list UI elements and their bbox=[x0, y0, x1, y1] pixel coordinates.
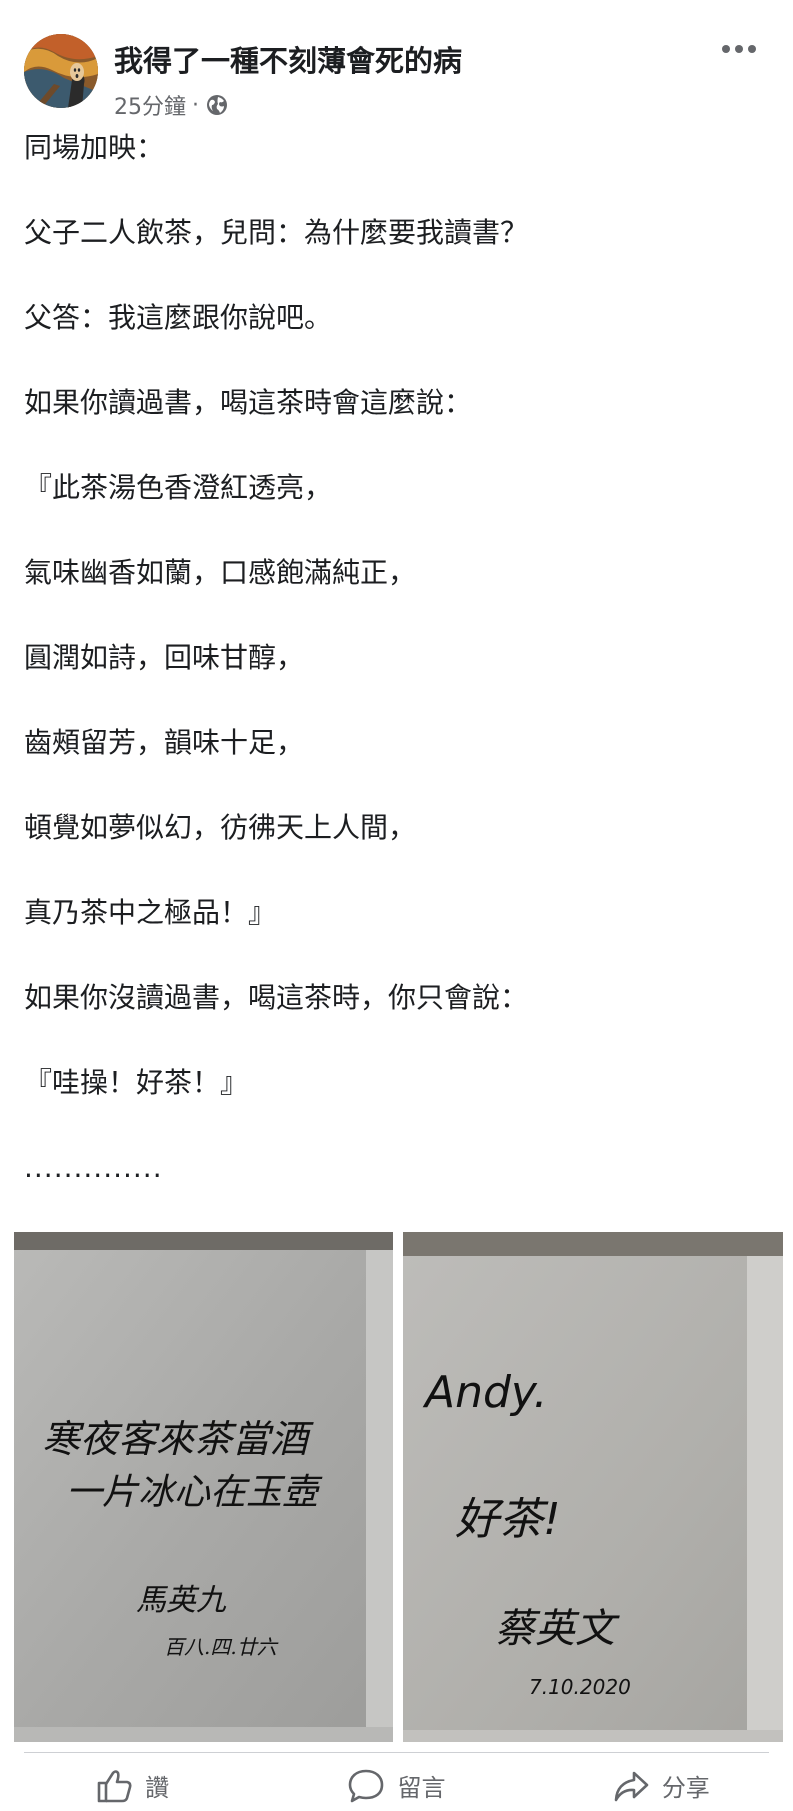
comment-label: 留言 bbox=[397, 1774, 446, 1802]
share-button[interactable]: 分享 bbox=[529, 1760, 793, 1811]
action-bar: 讚 留言 分享 bbox=[0, 1760, 793, 1811]
post-line: 父答：我這麼跟你說吧。 bbox=[24, 301, 333, 334]
handwriting-date: 7.10.2020 bbox=[529, 1675, 631, 1699]
photo-handwriting-tsai[interactable]: Andy. 好茶! 蔡英文 7.10.2020 bbox=[403, 1232, 783, 1742]
author-name[interactable]: 我得了一種不刻薄會死的病 bbox=[114, 38, 462, 80]
calligraphy-signature: 馬英九 bbox=[136, 1583, 227, 1618]
handwriting-message: 好茶! bbox=[455, 1494, 561, 1545]
calligraphy-photo-left: 寒夜客來茶當酒 一片冰心在玉壺 馬英九 百八.四.廿六 bbox=[14, 1232, 393, 1742]
post-text: 同場加映： 父子二人飲茶，兒問：為什麼要我讀書？ 父答：我這麼跟你說吧。 如果你… bbox=[24, 128, 774, 1233]
thumbs-up-icon bbox=[95, 1767, 133, 1805]
globe-icon[interactable] bbox=[205, 93, 229, 117]
calligraphy-line-2: 一片冰心在玉壺 bbox=[66, 1472, 323, 1513]
photo-grid: 寒夜客來茶當酒 一片冰心在玉壺 馬英九 百八.四.廿六 Andy. 好茶! 蔡英… bbox=[14, 1232, 783, 1742]
comment-button[interactable]: 留言 bbox=[264, 1760, 528, 1811]
post-line: 『哇操！好茶！』 bbox=[24, 1066, 249, 1099]
post-line: 『此茶湯色香澄紅透亮， bbox=[24, 471, 333, 504]
comment-bubble-icon bbox=[347, 1767, 385, 1805]
post-line: 齒頰留芳，韻味十足， bbox=[24, 726, 305, 759]
meta-separator: · bbox=[192, 92, 199, 118]
calligraphy-line-1: 寒夜客來茶當酒 bbox=[42, 1417, 314, 1461]
post-line: 真乃茶中之極品！』 bbox=[24, 896, 277, 929]
action-divider bbox=[24, 1752, 769, 1753]
post-line: 同場加映： bbox=[24, 131, 165, 164]
photo-calligraphy-ma[interactable]: 寒夜客來茶當酒 一片冰心在玉壺 馬英九 百八.四.廿六 bbox=[14, 1232, 393, 1742]
author-avatar[interactable] bbox=[24, 34, 98, 108]
post-line: 如果你讀過書，喝這茶時會這麼說： bbox=[24, 386, 473, 419]
post-line: 如果你沒讀過書，喝這茶時，你只會說： bbox=[24, 981, 529, 1014]
more-dots-icon bbox=[722, 45, 756, 53]
post-line: 頓覺如夢似幻，彷彿天上人間， bbox=[24, 811, 417, 844]
handwriting-photo-right: Andy. 好茶! 蔡英文 7.10.2020 bbox=[403, 1232, 783, 1742]
like-label: 讚 bbox=[145, 1774, 170, 1802]
post-options-button[interactable] bbox=[717, 34, 761, 64]
post-header: 我得了一種不刻薄會死的病 25分鐘 · bbox=[0, 0, 793, 130]
post-timestamp[interactable]: 25分鐘 bbox=[114, 89, 186, 121]
post-line: .............. bbox=[24, 1151, 163, 1184]
like-button[interactable]: 讚 bbox=[0, 1760, 264, 1811]
handwriting-signature: 蔡英文 bbox=[495, 1606, 620, 1652]
share-label: 分享 bbox=[661, 1774, 710, 1802]
calligraphy-date: 百八.四.廿六 bbox=[164, 1635, 279, 1659]
handwriting-greeting: Andy. bbox=[422, 1367, 548, 1418]
share-arrow-icon bbox=[612, 1767, 650, 1805]
post-line: 氣味幽香如蘭，口感飽滿純正， bbox=[24, 556, 417, 589]
post-meta: 25分鐘 · bbox=[114, 90, 229, 120]
avatar-image bbox=[24, 34, 98, 108]
post-line: 父子二人飲茶，兒問：為什麼要我讀書？ bbox=[24, 216, 529, 249]
post-line: 圓潤如詩，回味甘醇， bbox=[24, 641, 305, 674]
